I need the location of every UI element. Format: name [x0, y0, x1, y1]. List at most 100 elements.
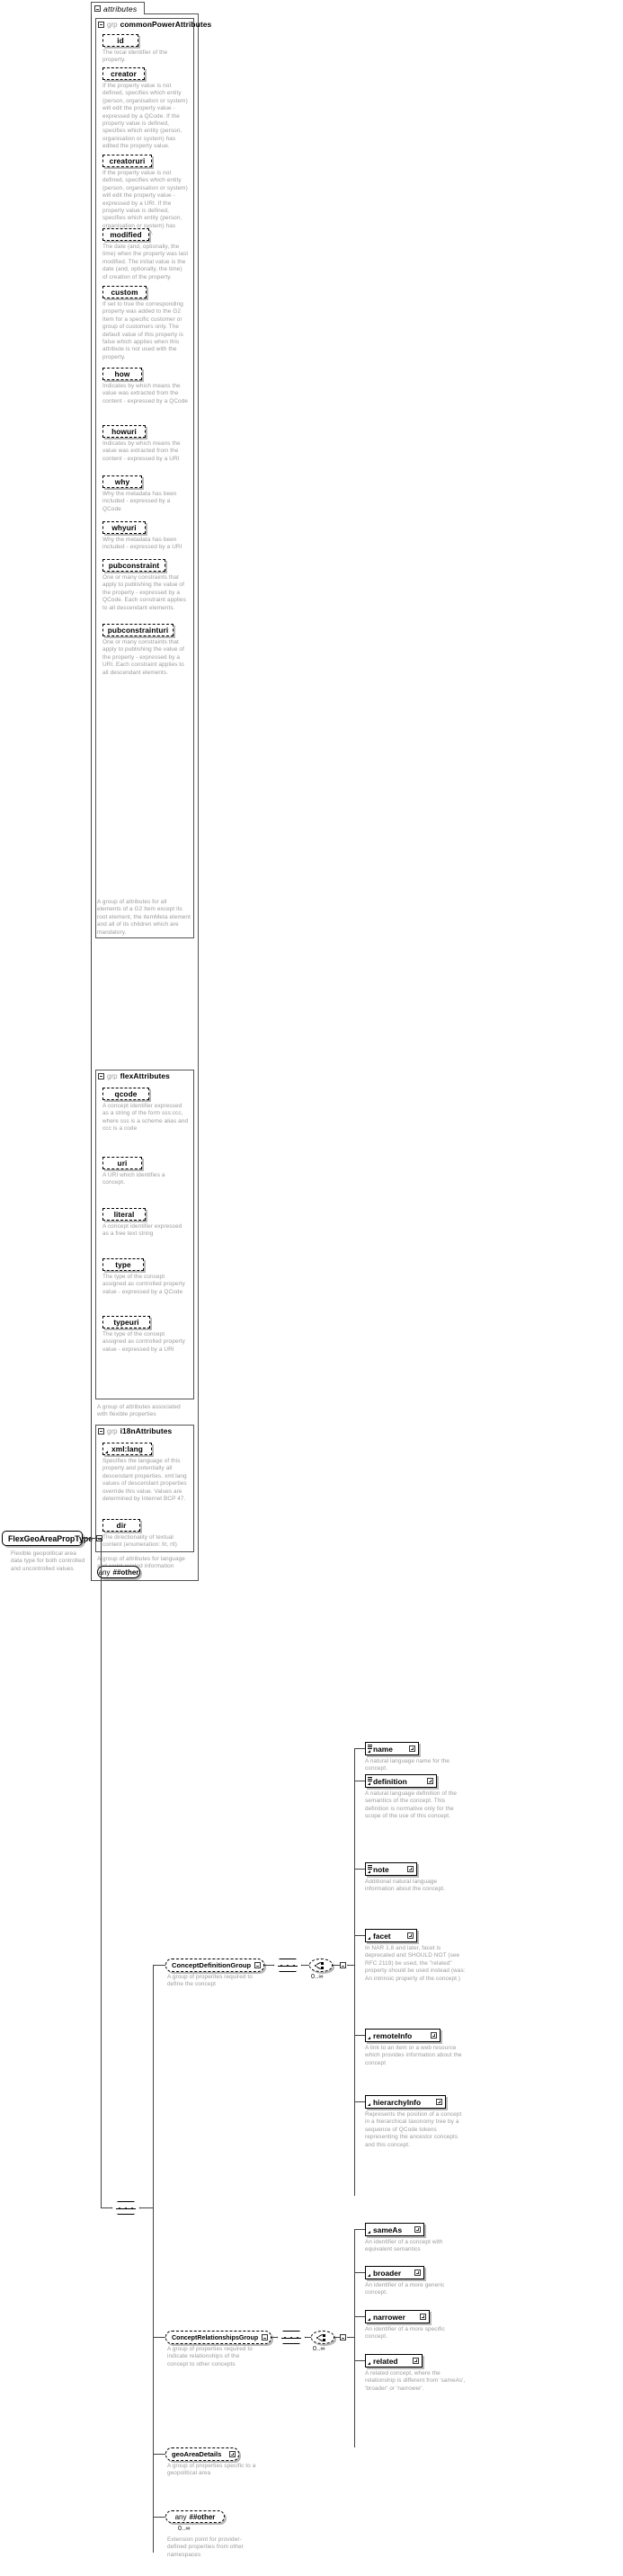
branch1-choice-connector[interactable]: [309, 1959, 333, 1972]
branch2-sequence-connector[interactable]: [277, 2331, 306, 2344]
content-spine-vertical: [101, 1538, 102, 2207]
attribute-label: pubconstrainturi: [107, 626, 169, 635]
element-note-doc: Additional natural language information …: [365, 1879, 445, 1893]
element-label: remoteInfo: [373, 2030, 413, 2040]
element-expand-icon[interactable]: [431, 2032, 437, 2039]
branch1-choice-out: [333, 1965, 340, 1966]
element-related[interactable]: related: [365, 2354, 423, 2367]
element-expand-icon[interactable]: [436, 2099, 442, 2105]
attribute-typeuri[interactable]: typeuri: [102, 1316, 150, 1328]
element-name-doc: A natural language name for the concept.: [365, 1758, 450, 1772]
root-sequence-connector[interactable]: [111, 2201, 140, 2215]
group-ref-label: ConceptDefinitionGroup: [172, 1961, 252, 1969]
branch1-to-elem-bus: [347, 1965, 354, 1966]
any-other-element[interactable]: any ##other: [165, 2510, 225, 2523]
element-expand-icon[interactable]: [413, 2358, 419, 2364]
group-commonPowerAttributes-header[interactable]: grp commonPowerAttributes: [98, 20, 211, 29]
element-expand-icon[interactable]: [414, 2270, 421, 2276]
element-expand-icon[interactable]: [409, 1745, 415, 1752]
element-expand-icon[interactable]: [427, 1778, 433, 1784]
group-collapse-icon[interactable]: [98, 21, 104, 28]
group-collapse-icon[interactable]: [98, 1427, 104, 1435]
element-definition-doc: A natural language definition of the sem…: [365, 1790, 458, 1820]
element-related-doc: A related concept, where the relationshi…: [365, 2370, 466, 2392]
branch1-expand-icon[interactable]: [340, 1962, 346, 1968]
attribute-label: custom: [111, 288, 138, 297]
group-collapse-icon[interactable]: [98, 1072, 104, 1079]
attribute-custom[interactable]: custom: [102, 286, 147, 298]
element-hierarchyInfo[interactable]: hierarchyInfo: [365, 2095, 446, 2109]
attribute-creator-doc: If the property value is not defined, sp…: [102, 83, 188, 150]
attribute-how[interactable]: how: [102, 368, 142, 380]
element-expand-icon[interactable]: [414, 2226, 421, 2233]
group-ref-collapse-icon[interactable]: [262, 2334, 269, 2341]
element-arrow-icon: [368, 2274, 370, 2277]
branch2-expand-icon[interactable]: [340, 2334, 346, 2341]
attribute-why[interactable]: why: [102, 475, 142, 488]
element-name[interactable]: name: [365, 1742, 419, 1755]
element-label: broader: [373, 2268, 402, 2278]
element-narrower-doc: An identifier of a more specific concept…: [365, 2326, 445, 2341]
element-remoteInfo-doc: A link to an item or a web resource whic…: [365, 2045, 462, 2066]
elem-line-remoteInfo: [354, 2035, 365, 2036]
group-i18nAttributes-header[interactable]: grp i18nAttributes: [98, 1426, 172, 1435]
content-spine-to-sequence: [101, 2207, 111, 2208]
attribute-creator[interactable]: creator: [102, 67, 145, 80]
group-name: flexAttributes: [120, 1071, 170, 1080]
element-label: narrower: [373, 2312, 405, 2322]
attribute-how-doc: Indicates by which means the value was e…: [102, 383, 189, 404]
group-ref-geoAreaDetails[interactable]: geoAreaDetails: [165, 2447, 239, 2461]
attribute-xml-lang-doc: Specifies the language of this property …: [102, 1458, 187, 1503]
element-hierarchyInfo-doc: Represents the position of a concept in …: [365, 2111, 462, 2148]
element-arrow-icon: [368, 2362, 370, 2365]
root-type-FlexGeoAreaPropType[interactable]: FlexGeoAreaPropType: [2, 1531, 103, 1546]
group-ref-collapse-icon[interactable]: [254, 1962, 262, 1968]
group-ref-ConceptRelationshipsGroup[interactable]: ConceptRelationshipsGroup: [165, 2331, 271, 2344]
element-note[interactable]: note: [365, 1862, 417, 1876]
attribute-literal-doc: A concept identifier expressed as a free…: [102, 1223, 182, 1238]
element-expand-icon[interactable]: [407, 1866, 414, 1872]
element-remoteInfo[interactable]: remoteInfo: [365, 2029, 441, 2042]
group-ref-ConceptDefinitionGroup[interactable]: ConceptDefinitionGroup: [165, 1959, 264, 1972]
element-facet[interactable]: facet: [365, 1929, 417, 1942]
attribute-id[interactable]: id: [102, 34, 138, 47]
group-flexAttributes-header[interactable]: grp flexAttributes: [98, 1071, 170, 1080]
attribute-qcode[interactable]: qcode: [102, 1088, 149, 1100]
element-arrow-icon: [368, 1750, 370, 1753]
attribute-literal[interactable]: literal: [102, 1208, 146, 1221]
attribute-creatoruri[interactable]: creatoruri: [102, 155, 152, 167]
any-other-attribute[interactable]: any ##other: [97, 1566, 140, 1578]
element-broader[interactable]: broader: [365, 2266, 424, 2279]
element-definition[interactable]: definition: [365, 1774, 437, 1788]
attribute-pubconstraint[interactable]: pubconstraint: [102, 559, 165, 572]
attribute-xml-lang[interactable]: xml:lang: [102, 1443, 152, 1455]
element-expand-icon[interactable]: [407, 1932, 414, 1939]
attribute-label: howuri: [111, 427, 137, 436]
group-ref-expand-icon[interactable]: [229, 2451, 236, 2457]
attribute-type[interactable]: type: [102, 1258, 144, 1271]
text-lines-icon: [368, 1777, 372, 1781]
attribute-modified[interactable]: modified: [102, 228, 149, 241]
element-sameAs[interactable]: sameAs: [365, 2223, 424, 2236]
group-ref-label: geoAreaDetails: [172, 2450, 222, 2458]
attributes-collapse-icon[interactable]: [94, 5, 101, 12]
branch1-sequence-connector[interactable]: [273, 1959, 302, 1972]
element-label: name: [373, 1744, 393, 1754]
branch1-to-seq: [264, 1965, 273, 1966]
attributes-tab-header[interactable]: attributes: [91, 2, 145, 14]
element-arrow-icon: [105, 1451, 108, 1453]
element-expand-icon[interactable]: [420, 2314, 426, 2320]
choice-icon: [314, 1961, 328, 1970]
branch2-choice-connector[interactable]: [311, 2331, 334, 2344]
attribute-whyuri[interactable]: whyuri: [102, 521, 146, 534]
root-type-doc: Flexible geopolitical area data type for…: [11, 1550, 85, 1572]
attribute-uri[interactable]: uri: [102, 1157, 142, 1169]
attribute-pubconstrainturi[interactable]: pubconstrainturi: [102, 624, 174, 636]
branch4-occurrence: 0..∞: [178, 2526, 191, 2532]
attribute-dir[interactable]: dir: [102, 1519, 140, 1532]
branch1-element-bus: [354, 1748, 355, 2196]
attribute-label: dir: [116, 1521, 127, 1530]
element-narrower[interactable]: narrower: [365, 2310, 430, 2323]
elem-line-sameAs: [354, 2229, 365, 2230]
attribute-howuri[interactable]: howuri: [102, 425, 146, 438]
